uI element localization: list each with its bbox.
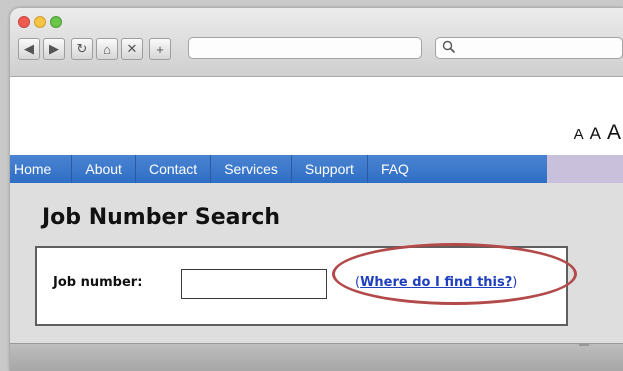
zoom-window-icon[interactable] — [50, 16, 62, 28]
nav-buttons: ◀ ▶ ↻ ⌂ ✕ + — [18, 38, 174, 60]
back-icon: ◀ — [24, 41, 34, 56]
search-icon — [442, 40, 456, 59]
main-menu-bar: Home About Contact Services Support FAQ — [10, 155, 623, 183]
job-search-form: Job number: (Where do I find this?) — [35, 246, 568, 326]
page-content: Job Number Search Job number: (Where do … — [10, 183, 623, 343]
status-divider — [579, 344, 589, 346]
browser-window: ◀ ▶ ↻ ⌂ ✕ + A A A Home About Contact Ser… — [10, 8, 623, 371]
reload-icon: ↻ — [76, 41, 88, 56]
stop-button[interactable]: ✕ — [121, 38, 143, 60]
browser-toolbar: ◀ ▶ ↻ ⌂ ✕ + — [10, 8, 623, 77]
close-window-icon[interactable] — [18, 16, 30, 28]
search-bar[interactable] — [435, 37, 623, 59]
help-link-wrapper: (Where do I find this?) — [355, 275, 517, 290]
help-close-paren: ) — [512, 275, 518, 290]
status-bar — [10, 343, 623, 371]
home-button[interactable]: ⌂ — [96, 38, 118, 60]
menu-item-support[interactable]: Support — [292, 155, 368, 183]
menu-item-services[interactable]: Services — [211, 155, 292, 183]
job-number-label: Job number: — [53, 275, 143, 290]
menu-item-home[interactable]: Home — [10, 155, 73, 183]
text-size-large[interactable]: A — [607, 121, 623, 145]
close-icon: ✕ — [126, 41, 138, 56]
home-icon: ⌂ — [103, 41, 111, 57]
text-size-medium[interactable]: A — [590, 124, 603, 144]
add-tab-button[interactable]: + — [149, 38, 171, 60]
job-number-input[interactable] — [181, 269, 327, 299]
text-size-controls: A A A — [574, 121, 623, 145]
menu-item-faq[interactable]: FAQ — [368, 155, 422, 183]
forward-icon: ▶ — [49, 41, 59, 56]
back-button[interactable]: ◀ — [18, 38, 40, 60]
reload-button[interactable]: ↻ — [71, 38, 93, 60]
page-title: Job Number Search — [42, 205, 281, 230]
forward-button[interactable]: ▶ — [43, 38, 65, 60]
minimize-window-icon[interactable] — [34, 16, 46, 28]
page-header: A A A — [10, 77, 623, 155]
text-size-small[interactable]: A — [574, 126, 586, 143]
where-to-find-link[interactable]: Where do I find this? — [360, 275, 512, 290]
add-tab-icon: + — [156, 41, 164, 57]
address-bar[interactable] — [188, 37, 422, 59]
main-menu: Home About Contact Services Support FAQ — [10, 155, 547, 183]
menu-item-contact[interactable]: Contact — [136, 155, 212, 183]
menu-item-about[interactable]: About — [72, 155, 136, 183]
